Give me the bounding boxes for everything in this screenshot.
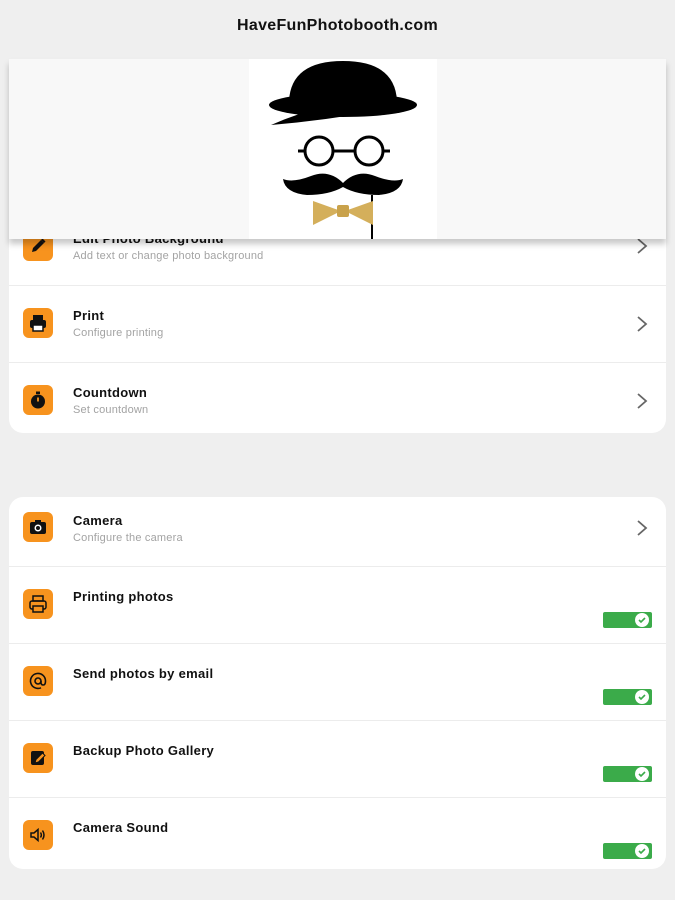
mustache-gentleman-logo — [269, 61, 417, 239]
row-title: Camera Sound — [73, 820, 169, 835]
row-printing-photos: Printing photos — [9, 567, 666, 644]
check-icon — [635, 844, 649, 858]
row-title: Backup Photo Gallery — [73, 743, 215, 758]
printer-icon — [23, 308, 53, 338]
row-camera[interactable]: Camera Configure the camera — [9, 497, 666, 567]
at-sign-icon — [23, 666, 53, 696]
chevron-right-icon — [637, 520, 648, 536]
check-icon — [635, 767, 649, 781]
row-subtitle: Add text or change photo background — [73, 250, 264, 262]
row-title: Camera — [73, 513, 123, 528]
chevron-right-icon — [637, 316, 648, 332]
camera-icon — [23, 512, 53, 542]
backup-gallery-toggle[interactable] — [603, 766, 652, 782]
row-subtitle: Configure printing — [73, 327, 164, 339]
chevron-right-icon — [637, 393, 648, 409]
row-backup-gallery: Backup Photo Gallery — [9, 721, 666, 798]
logo-panel — [249, 59, 437, 239]
settings-card-features: Camera Configure the camera Printing pho… — [9, 497, 666, 869]
chevron-right-icon — [637, 238, 648, 254]
row-title: Countdown — [73, 385, 148, 400]
row-title: Printing photos — [73, 589, 174, 604]
row-countdown[interactable]: Countdown Set countdown — [9, 363, 666, 433]
app-title: HaveFunPhotobooth.com — [237, 17, 438, 34]
row-send-photos-email: Send photos by email — [9, 644, 666, 721]
row-camera-sound: Camera Sound — [9, 798, 666, 869]
check-icon — [635, 690, 649, 704]
camera-sound-toggle[interactable] — [603, 843, 652, 859]
speaker-icon — [23, 820, 53, 850]
send-email-toggle[interactable] — [603, 689, 652, 705]
logo-banner — [9, 59, 666, 239]
printer-icon — [23, 589, 53, 619]
row-title: Print — [73, 308, 105, 323]
row-subtitle: Set countdown — [73, 404, 149, 416]
printing-photos-toggle[interactable] — [603, 612, 652, 628]
check-icon — [635, 613, 649, 627]
gallery-edit-icon — [23, 743, 53, 773]
row-print[interactable]: Print Configure printing — [9, 286, 666, 363]
row-title: Send photos by email — [73, 666, 214, 681]
timer-icon — [23, 385, 53, 415]
row-subtitle: Configure the camera — [73, 532, 183, 544]
